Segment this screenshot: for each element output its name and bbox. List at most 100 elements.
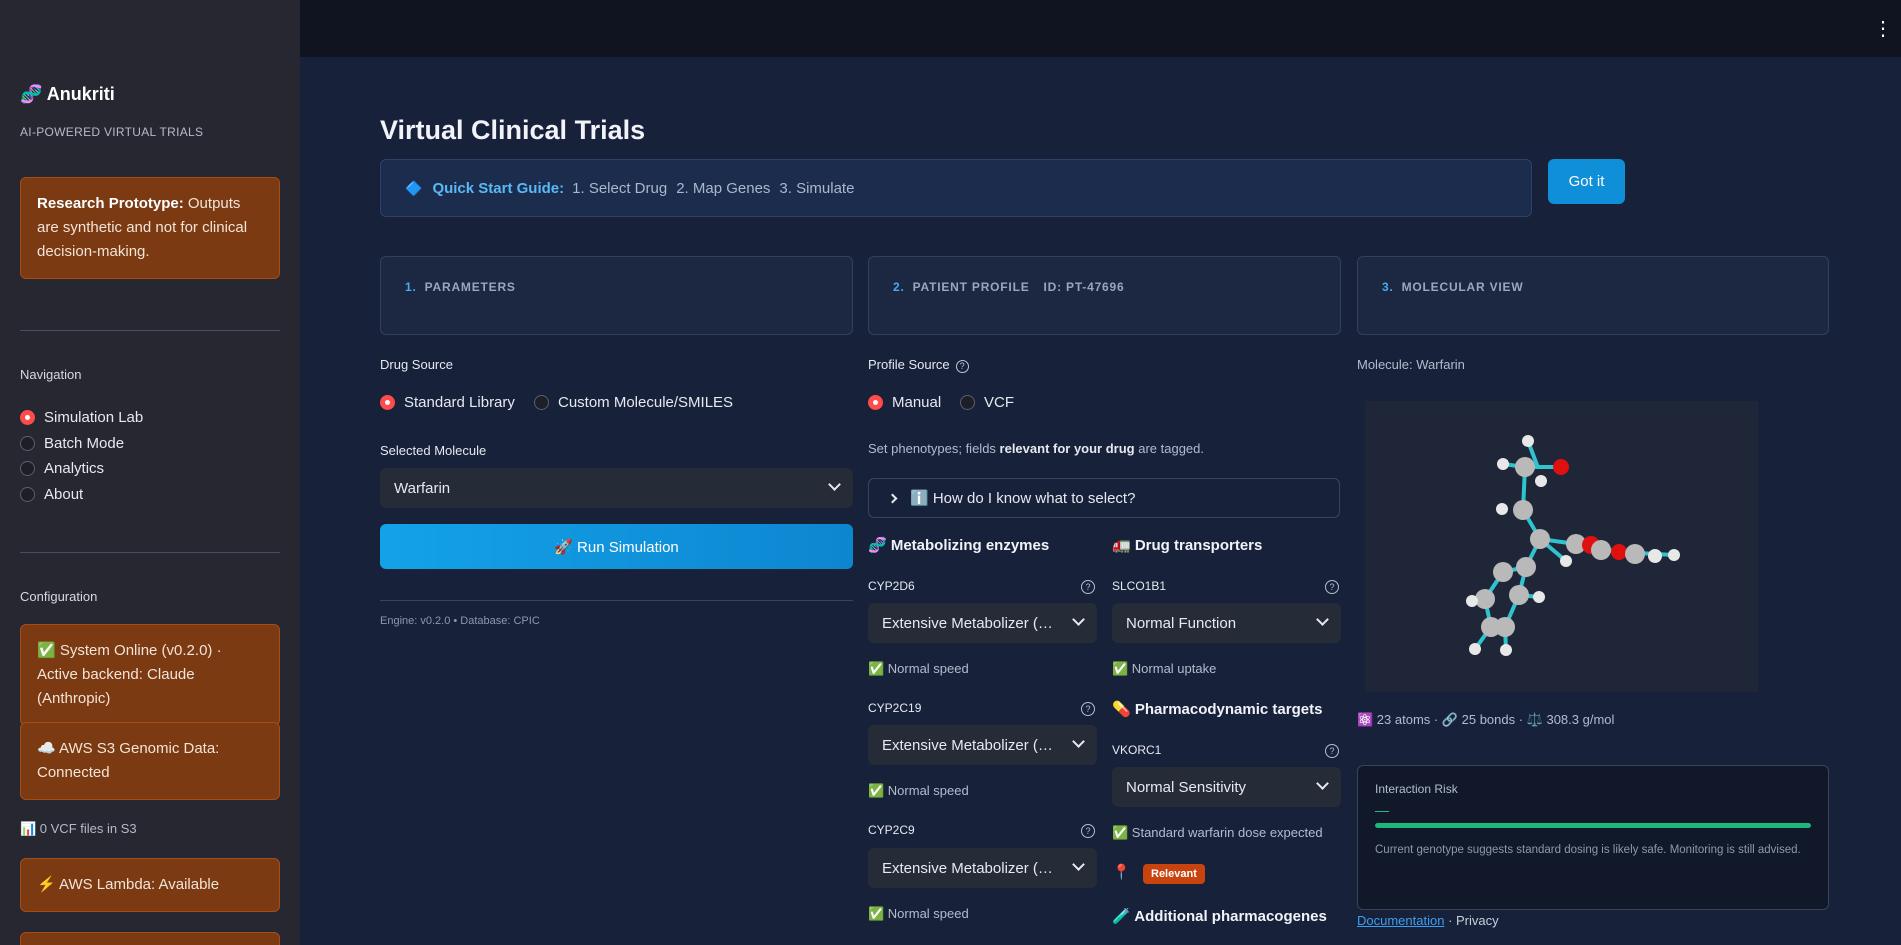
quick-start-guide: 🔷 Quick Start Guide: 1. Select Drug 2. M… [380, 159, 1532, 217]
research-notice: Research Prototype: Outputs are syntheti… [20, 177, 280, 279]
molecule-select[interactable]: Warfarin [380, 468, 853, 508]
cyp2c19-select[interactable]: Extensive Metabolizer (… [868, 725, 1097, 765]
select-value: Extensive Metabolizer (… [882, 859, 1053, 877]
nav-item-analytics[interactable]: Analytics [20, 456, 143, 482]
guide-step: 1. Select Drug [572, 179, 668, 197]
molecule-structure-image [1466, 435, 1680, 656]
engine-info: Engine: v0.2.0 • Database: CPIC [380, 615, 540, 627]
nav-item-simulation-lab[interactable]: Simulation Lab [20, 405, 143, 431]
radio-label: Manual [892, 394, 942, 411]
gene-label-vkorc1: VKORC1 [1112, 743, 1162, 757]
drug-source-custom-radio[interactable]: Custom Molecule/SMILES [534, 394, 733, 411]
select-value: Normal Function [1126, 614, 1237, 632]
risk-progress-bar [1375, 823, 1811, 828]
guide-label: Quick Start Guide: [432, 179, 565, 197]
nav-radio-group: Simulation Lab Batch Mode Analytics Abou… [20, 405, 143, 507]
profile-source-manual-radio[interactable]: Manual [868, 394, 941, 411]
chevron-down-icon [1072, 858, 1085, 871]
guide-step: 2. Map Genes [676, 179, 771, 197]
got-it-button[interactable]: Got it [1548, 159, 1625, 204]
profile-help-text: Set phenotypes; fields relevant for your… [868, 441, 1204, 456]
radio-selected-icon [868, 395, 883, 410]
help-text-bold: relevant for your drug [999, 441, 1135, 456]
how-to-select-expander[interactable]: ℹ️ How do I know what to select? [868, 478, 1340, 518]
section-title: PATIENT PROFILE [912, 280, 1030, 294]
vkorc1-select[interactable]: Normal Sensitivity [1112, 767, 1341, 807]
research-notice-title: Research Prototype: [37, 195, 184, 212]
help-icon[interactable]: ? [955, 360, 969, 373]
chevron-down-icon [828, 478, 841, 491]
help-icon[interactable]: ? [1325, 580, 1339, 594]
nav-item-label: Analytics [44, 460, 105, 478]
status-card-partial [20, 932, 280, 945]
vkorc1-status: ✅ Standard warfarin dose expected [1112, 825, 1323, 840]
page-title: Virtual Clinical Trials [380, 115, 646, 145]
selected-molecule-label: Selected Molecule [380, 443, 487, 458]
relevant-badge: Relevant [1143, 864, 1205, 884]
nav-item-batch-mode[interactable]: Batch Mode [20, 431, 143, 457]
config-title: Configuration [20, 589, 98, 604]
top-toolbar: ⋮ [300, 0, 1901, 57]
radio-selected-icon [380, 395, 395, 410]
cyp2c9-status: ✅ Normal speed [868, 906, 969, 921]
radio-icon [534, 395, 549, 410]
main-menu-icon[interactable]: ⋮ [1873, 16, 1893, 41]
radio-label: Custom Molecule/SMILES [558, 394, 734, 411]
section-title: PARAMETERS [424, 280, 516, 294]
chevron-down-icon [1072, 613, 1085, 626]
chevron-right-icon [887, 493, 898, 503]
expander-label: ℹ️ How do I know what to select? [910, 490, 1136, 507]
privacy-link[interactable]: · Privacy [1444, 913, 1499, 928]
radio-selected-icon [20, 410, 35, 426]
help-icon[interactable]: ? [1081, 824, 1095, 838]
select-value: Extensive Metabolizer (… [882, 736, 1053, 754]
vcf-count: 📊 0 VCF files in S3 [20, 821, 137, 836]
cyp2d6-status: ✅ Normal speed [868, 661, 969, 676]
select-value: Normal Sensitivity [1126, 778, 1247, 796]
section-number: 2. [893, 280, 905, 294]
status-system-card: ✅ System Online (v0.2.0) · Active backen… [20, 624, 280, 726]
radio-label: VCF [984, 394, 1014, 411]
risk-title: Interaction Risk [1375, 782, 1458, 796]
radio-icon [20, 435, 35, 451]
molecule-stats: ⚛️ 23 atoms · 🔗 25 bonds · ⚖️ 308.3 g/mo… [1357, 712, 1615, 727]
pin-icon: 📍 [1112, 864, 1131, 881]
targets-heading: 💊 Pharmacodynamic targets [1112, 701, 1323, 718]
sidebar-divider [20, 552, 280, 553]
section-number: 1. [405, 280, 417, 294]
patient-id: ID: PT-47696 [1043, 280, 1125, 294]
status-lambda-card: ⚡ AWS Lambda: Available [20, 858, 280, 912]
gene-label-slco1b1: SLCO1B1 [1112, 579, 1167, 593]
run-simulation-button[interactable]: 🚀 Run Simulation [380, 524, 853, 569]
section-parameters: 1. PARAMETERS [380, 256, 853, 335]
help-icon[interactable]: ? [1081, 702, 1095, 716]
chevron-down-icon [1316, 777, 1329, 790]
risk-note: Current genotype suggests standard dosin… [1375, 844, 1801, 856]
chevron-down-icon [1316, 613, 1329, 626]
profile-source-vcf-radio[interactable]: VCF [960, 394, 1014, 411]
sidebar: 🧬 Anukriti AI-POWERED VIRTUAL TRIALS Res… [0, 0, 300, 945]
gene-label-cyp2d6: CYP2D6 [868, 579, 915, 593]
radio-label: Standard Library [404, 394, 515, 411]
radio-icon [20, 486, 35, 502]
cyp2d6-select[interactable]: Extensive Metabolizer (… [868, 603, 1097, 643]
slco1b1-select[interactable]: Normal Function [1112, 603, 1341, 643]
help-icon[interactable]: ? [1081, 580, 1095, 594]
profile-source-label: Profile Source? [868, 357, 969, 373]
gene-label-cyp2c9: CYP2C9 [868, 823, 915, 837]
app-subtitle: AI-POWERED VIRTUAL TRIALS [20, 125, 204, 139]
divider [380, 600, 853, 601]
help-icon[interactable]: ? [1325, 744, 1339, 758]
gene-label-cyp2c19: CYP2C19 [868, 701, 922, 715]
molecule-select-value: Warfarin [394, 479, 451, 497]
cyp2c9-select[interactable]: Extensive Metabolizer (… [868, 848, 1097, 888]
section-number: 3. [1382, 280, 1394, 294]
status-s3-card: ☁️ AWS S3 Genomic Data: Connected [20, 722, 280, 800]
molecule-3d-viewer[interactable] [1365, 401, 1758, 692]
guide-step: 3. Simulate [779, 179, 855, 197]
documentation-link[interactable]: Documentation [1357, 913, 1444, 928]
help-text-pre: Set phenotypes; fields [868, 441, 1000, 456]
molecule-label: Molecule: Warfarin [1357, 357, 1465, 372]
nav-item-about[interactable]: About [20, 482, 143, 508]
drug-source-standard-radio[interactable]: Standard Library [380, 394, 515, 411]
